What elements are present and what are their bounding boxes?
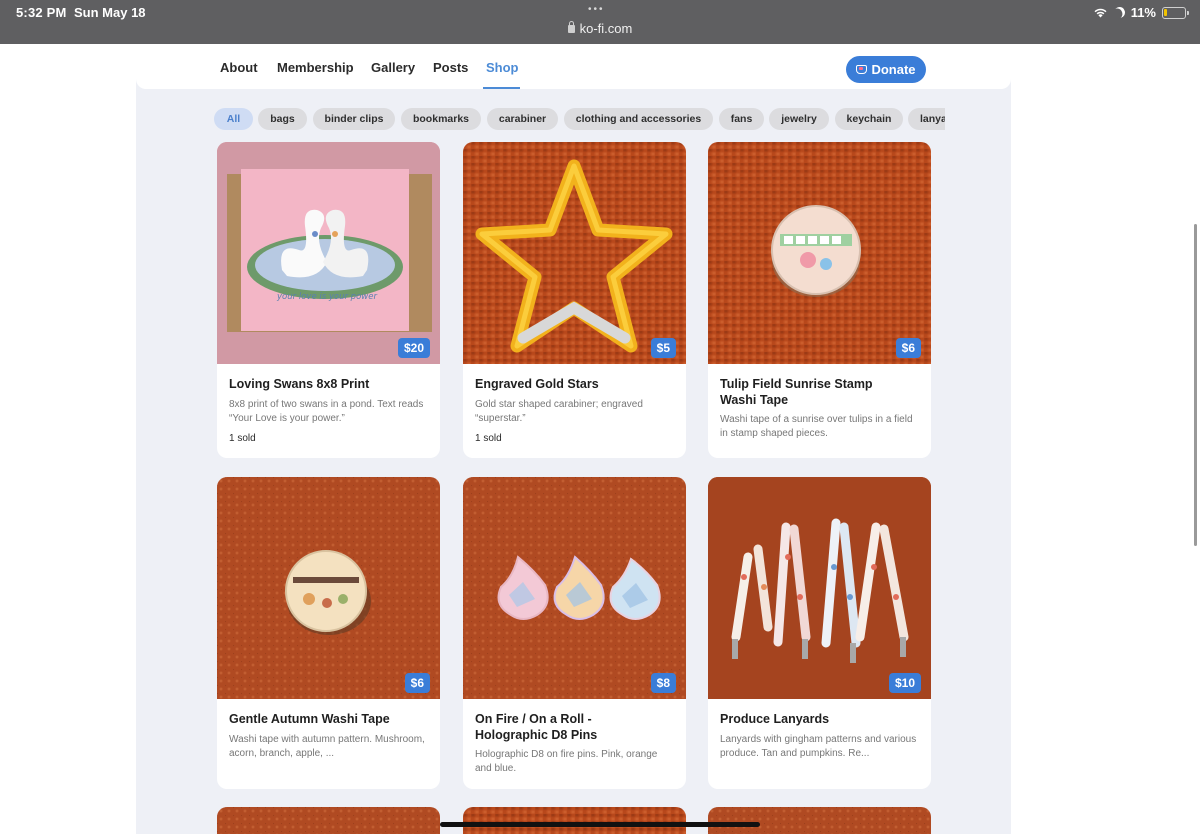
home-indicator[interactable] — [440, 822, 760, 827]
price-badge: $10 — [888, 673, 921, 693]
product-card[interactable]: $8 On Fire / On a Roll - Holographic D8 … — [463, 477, 686, 789]
shop-nav: About Membership Gallery Posts Shop Dona… — [136, 44, 1011, 89]
product-card[interactable]: $5 Engraved Gold Stars Gold star shaped … — [463, 142, 686, 458]
product-image: $6 — [708, 142, 931, 364]
swans-print-image: your love is your power — [217, 142, 440, 364]
product-description: 8x8 print of two swans in a pond. Text r… — [229, 399, 424, 424]
product-image: your love is your power $20 — [217, 142, 440, 364]
battery-percent: 11% — [1130, 5, 1156, 20]
filter-chip-all[interactable]: All — [214, 108, 253, 130]
scrollbar[interactable] — [1194, 224, 1197, 546]
tab-dots-icon[interactable]: ••• — [588, 4, 605, 15]
battery-icon — [1162, 6, 1189, 19]
nav-shop[interactable]: Shop — [486, 60, 519, 75]
gold-star-image — [475, 159, 673, 353]
autumn-washi-image — [285, 550, 371, 635]
product-card[interactable]: $10 Produce Lanyards Lanyards with gingh… — [708, 477, 931, 789]
moon-icon — [1112, 5, 1127, 20]
washi-tape-image — [771, 205, 861, 297]
price-badge: $6 — [404, 673, 430, 693]
price-badge: $8 — [650, 673, 676, 693]
nav-membership[interactable]: Membership — [277, 60, 354, 75]
d8-pins-image — [497, 555, 661, 620]
filter-chip-lanyards[interactable]: lanya — [908, 108, 945, 130]
product-title: Produce Lanyards — [720, 712, 830, 726]
status-icons: 11% — [1093, 5, 1189, 20]
price-badge: $6 — [895, 338, 921, 358]
product-title: Loving Swans 8x8 Print — [229, 377, 370, 391]
nav-active-underline — [483, 87, 520, 89]
status-date: Sun May 18 — [74, 5, 146, 20]
product-description: Gold star shaped carabiner; engraved “su… — [475, 399, 643, 424]
filter-chip-bookmarks[interactable]: bookmarks — [401, 108, 481, 130]
product-title: Gentle Autumn Washi Tape — [229, 712, 390, 726]
product-description: Lanyards with gingham patterns and vario… — [720, 734, 917, 759]
product-image: $10 — [708, 477, 931, 699]
product-image: $8 — [463, 477, 686, 699]
nav-about[interactable]: About — [220, 60, 258, 75]
wifi-icon — [1093, 7, 1108, 18]
product-title: Engraved Gold Stars — [475, 377, 599, 391]
url-text: ko-fi.com — [579, 21, 633, 36]
product-card[interactable]: your love is your power $20 Loving Swans… — [217, 142, 440, 458]
coffee-cup-icon — [856, 65, 868, 74]
filter-chip-jewelry[interactable]: jewelry — [769, 108, 829, 130]
product-card[interactable]: $6 Tulip Field Sunrise Stamp Washi Tape … — [708, 142, 931, 458]
donate-button[interactable]: Donate — [846, 56, 926, 83]
lock-icon — [567, 21, 575, 33]
filter-chip-binder-clips[interactable]: binder clips — [313, 108, 395, 130]
filter-chip-keychain[interactable]: keychain — [835, 108, 903, 130]
filter-chip-clothing[interactable]: clothing and accessories — [564, 108, 713, 130]
price-badge: $20 — [397, 338, 430, 358]
product-title: On Fire / On a Roll - Holographic D8 Pin… — [475, 712, 598, 742]
category-filters: All bags binder clips bookmarks carabine… — [214, 108, 945, 131]
address-bar[interactable]: ko-fi.com — [0, 21, 1200, 36]
product-image: $5 — [463, 142, 686, 364]
print-caption: your love is your power — [276, 292, 377, 302]
product-card[interactable]: $6 Gentle Autumn Washi Tape Washi tape w… — [217, 477, 440, 789]
nav-gallery[interactable]: Gallery — [371, 60, 415, 75]
product-card-partial[interactable] — [708, 807, 931, 834]
donate-label: Donate — [871, 62, 916, 77]
product-card-partial[interactable] — [463, 807, 686, 834]
lanyards-image — [708, 477, 931, 699]
filter-chip-bags[interactable]: bags — [258, 108, 307, 130]
filter-chip-carabiner[interactable]: carabiner — [487, 108, 558, 130]
product-card-partial[interactable] — [217, 807, 440, 834]
product-title: Tulip Field Sunrise Stamp Washi Tape — [720, 377, 873, 407]
price-badge: $5 — [650, 338, 676, 358]
browser-top-bar: 5:32 PM Sun May 18 ••• ko-fi.com 11% — [0, 0, 1200, 44]
sold-count: 1 sold — [229, 433, 256, 444]
filter-chip-fans[interactable]: fans — [719, 108, 764, 130]
product-image: $6 — [217, 477, 440, 699]
status-time: 5:32 PM — [16, 5, 67, 20]
product-description: Holographic D8 on fire pins. Pink, orang… — [475, 749, 658, 774]
sold-count: 1 sold — [475, 433, 502, 444]
product-description: Washi tape of a sunrise over tulips in a… — [720, 414, 913, 439]
product-description: Washi tape with autumn pattern. Mushroom… — [229, 734, 425, 759]
nav-posts[interactable]: Posts — [433, 60, 468, 75]
